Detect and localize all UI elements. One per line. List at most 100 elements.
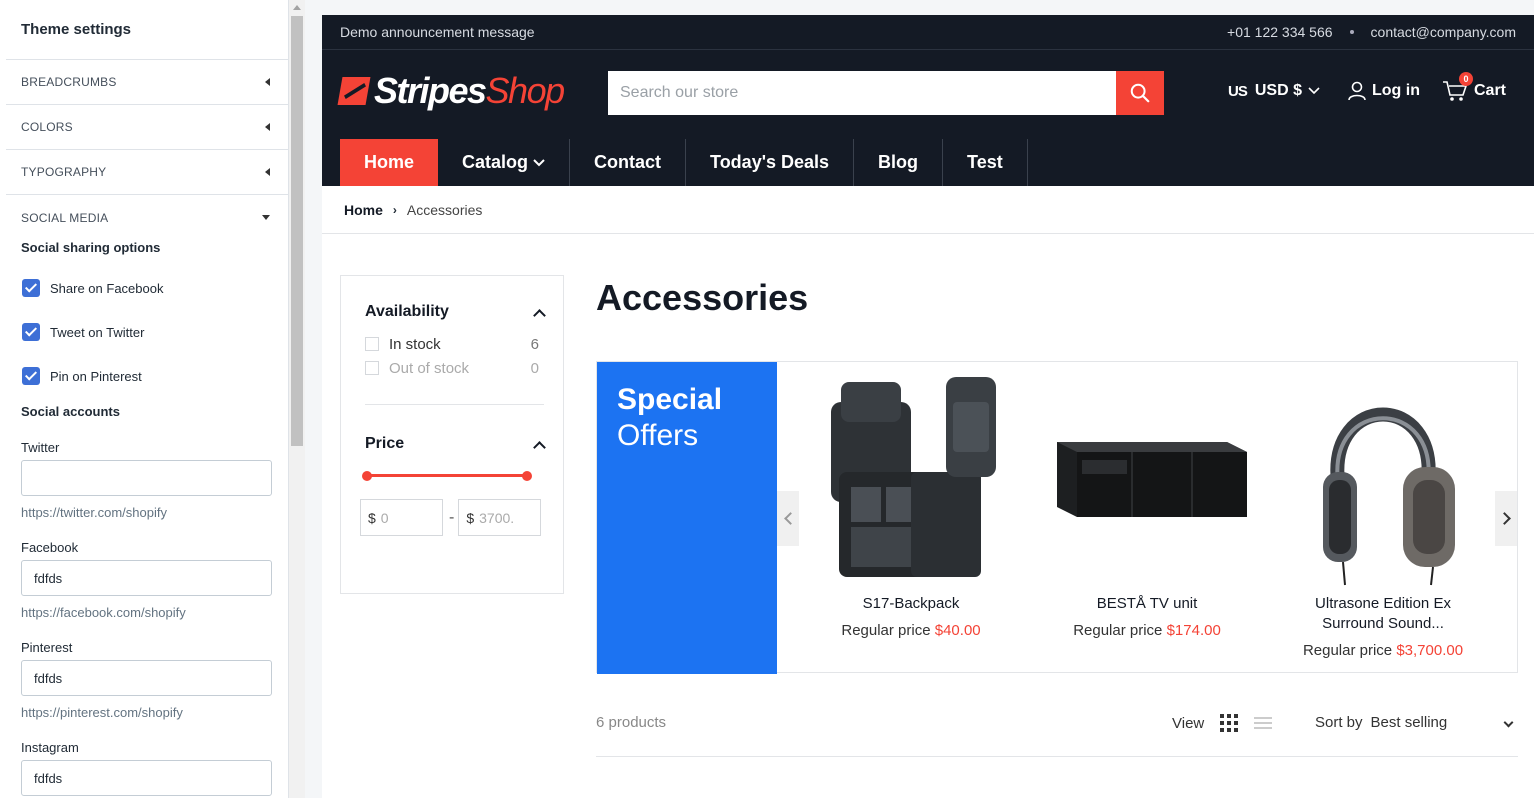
filter-divider bbox=[365, 404, 544, 405]
checkbox-checked-icon[interactable] bbox=[22, 323, 40, 341]
view-label: View bbox=[1172, 714, 1205, 732]
nav-label: Today's Deals bbox=[710, 152, 830, 172]
checkbox-checked-icon[interactable] bbox=[22, 279, 40, 297]
section-breadcrumbs[interactable]: BREADCRUMBS bbox=[6, 60, 288, 105]
section-social-media[interactable]: SOCIAL MEDIA bbox=[6, 195, 288, 240]
product-name[interactable]: BESTÅ TV unit bbox=[1027, 594, 1267, 614]
login-link[interactable]: Log in bbox=[1348, 81, 1420, 101]
chevron-right-icon bbox=[1497, 512, 1511, 525]
checkbox[interactable] bbox=[365, 361, 379, 375]
social-accounts-title: Social accounts bbox=[21, 404, 120, 419]
list-view-icon[interactable] bbox=[1254, 714, 1273, 732]
phone-text[interactable]: +01 122 334 566 bbox=[1227, 24, 1333, 40]
price-label: Regular price bbox=[1302, 642, 1393, 659]
checkbox[interactable] bbox=[365, 337, 379, 351]
sort-value: Best selling bbox=[1370, 714, 1448, 731]
carousel-prev-button[interactable] bbox=[777, 491, 799, 546]
section-label: SOCIAL MEDIA bbox=[21, 210, 109, 225]
checkbox-tweet-twitter[interactable]: Tweet on Twitter bbox=[21, 310, 271, 354]
product-price: Regular price $40.00 bbox=[791, 622, 1031, 639]
min-price-input[interactable]: $0 bbox=[360, 499, 443, 536]
price-range-slider[interactable] bbox=[362, 471, 532, 481]
price-label: Regular price bbox=[1073, 622, 1163, 639]
nav-label: Contact bbox=[594, 152, 662, 172]
cart-label: Cart bbox=[1473, 82, 1506, 99]
currency-symbol: $ bbox=[368, 509, 376, 526]
collection-toolbar: 6 products View Sort by Best selling bbox=[596, 712, 1518, 736]
availability-filter-header[interactable]: Availability bbox=[365, 303, 546, 322]
checkbox-label: Pin on Pinterest bbox=[50, 368, 142, 384]
us-flag-icon: US bbox=[1228, 82, 1248, 100]
pinterest-input[interactable]: fdfds bbox=[21, 660, 272, 696]
price-amount: $3,700.00 bbox=[1396, 642, 1464, 659]
scrollbar-thumb[interactable] bbox=[291, 16, 303, 446]
section-colors[interactable]: COLORS bbox=[6, 105, 288, 150]
checkbox-share-facebook[interactable]: Share on Facebook bbox=[21, 266, 271, 310]
collapse-arrow-icon bbox=[265, 78, 270, 86]
filter-count: 0 bbox=[530, 359, 539, 377]
store-preview: Demo announcement message +01 122 334 56… bbox=[322, 15, 1534, 798]
search-icon bbox=[1130, 83, 1150, 103]
search-input[interactable]: Search our store bbox=[608, 71, 1116, 115]
facebook-input[interactable]: fdfds bbox=[21, 560, 272, 596]
product-name[interactable]: S17-Backpack bbox=[791, 594, 1031, 614]
instagram-label: Instagram bbox=[21, 740, 79, 755]
nav-label: Catalog bbox=[462, 152, 529, 172]
pinterest-label: Pinterest bbox=[21, 640, 73, 655]
product-price: Regular price $174.00 bbox=[1027, 622, 1267, 639]
filter-out-of-stock[interactable]: Out of stock 0 bbox=[365, 356, 544, 380]
carousel-next-button[interactable] bbox=[1495, 491, 1517, 546]
nav-catalog[interactable]: Catalog bbox=[438, 139, 571, 186]
scroll-up-icon[interactable] bbox=[293, 5, 301, 10]
filter-in-stock[interactable]: In stock 6 bbox=[365, 332, 544, 356]
product-name[interactable]: Ultrasone Edition Ex Surround Sound... bbox=[1263, 594, 1503, 634]
price-filter-header[interactable]: Price bbox=[365, 435, 546, 454]
currency-label: USD $ bbox=[1254, 82, 1302, 99]
header-actions: US USD $ Log in 0 Cart bbox=[1228, 72, 1506, 102]
promo-line1: Special bbox=[617, 383, 723, 416]
twitter-label: Twitter bbox=[21, 440, 60, 455]
range-min-handle[interactable] bbox=[362, 471, 372, 481]
product-card[interactable]: BESTÅ TV unit Regular price $174.00 bbox=[1027, 362, 1267, 674]
twitter-input[interactable] bbox=[21, 460, 272, 496]
nav-blog[interactable]: Blog bbox=[854, 139, 944, 186]
breadcrumb-home[interactable]: Home bbox=[344, 202, 383, 218]
grid-view-icon[interactable] bbox=[1220, 714, 1239, 732]
panel-title: Theme settings bbox=[21, 21, 132, 38]
product-card[interactable]: Ultrasone Edition Ex Surround Sound... R… bbox=[1263, 362, 1503, 674]
checkbox-label: Share on Facebook bbox=[50, 280, 164, 296]
nav-test[interactable]: Test bbox=[943, 139, 1028, 186]
search-bar: Search our store bbox=[608, 71, 1164, 115]
nav-todays-deals[interactable]: Today's Deals bbox=[686, 139, 855, 186]
breadcrumb-current: Accessories bbox=[406, 201, 483, 218]
collapse-arrow-icon bbox=[265, 168, 270, 176]
nav-home[interactable]: Home bbox=[340, 139, 439, 186]
search-button[interactable] bbox=[1116, 71, 1164, 115]
filter-label: In stock bbox=[389, 335, 441, 353]
instagram-input[interactable]: fdfds bbox=[21, 760, 272, 796]
currency-selector[interactable]: US USD $ bbox=[1228, 82, 1326, 100]
price-inputs: $0 - $3700. bbox=[360, 499, 544, 536]
availability-title: Availability bbox=[365, 303, 449, 320]
panel-scrollbar[interactable] bbox=[289, 0, 305, 798]
nav-contact[interactable]: Contact bbox=[570, 139, 687, 186]
product-card[interactable]: S17-Backpack Regular price $40.00 bbox=[791, 362, 1031, 674]
max-price-input[interactable]: $3700. bbox=[458, 499, 542, 536]
section-label: TYPOGRAPHY bbox=[21, 165, 107, 179]
chevron-down-icon[interactable] bbox=[1503, 717, 1514, 728]
cart-link[interactable]: 0 Cart bbox=[1442, 72, 1506, 102]
checkbox-pin-pinterest[interactable]: Pin on Pinterest bbox=[21, 354, 271, 398]
twitter-hint: https://twitter.com/shopify bbox=[21, 505, 167, 520]
facebook-label: Facebook bbox=[21, 540, 79, 555]
range-max-handle[interactable] bbox=[522, 471, 532, 481]
chevron-left-icon bbox=[783, 512, 797, 525]
cart-count-badge: 0 bbox=[1458, 72, 1473, 86]
checkbox-checked-icon[interactable] bbox=[22, 367, 40, 385]
store-logo[interactable]: StripesShop bbox=[337, 70, 565, 112]
section-typography[interactable]: TYPOGRAPHY bbox=[6, 150, 288, 195]
store-header: StripesShop Search our store US USD $ Lo… bbox=[322, 50, 1534, 186]
email-text[interactable]: contact@company.com bbox=[1371, 24, 1516, 40]
filter-count: 6 bbox=[530, 335, 539, 353]
tv-unit-image bbox=[1057, 442, 1247, 517]
sort-select[interactable]: Sort by Best selling bbox=[1315, 714, 1447, 731]
